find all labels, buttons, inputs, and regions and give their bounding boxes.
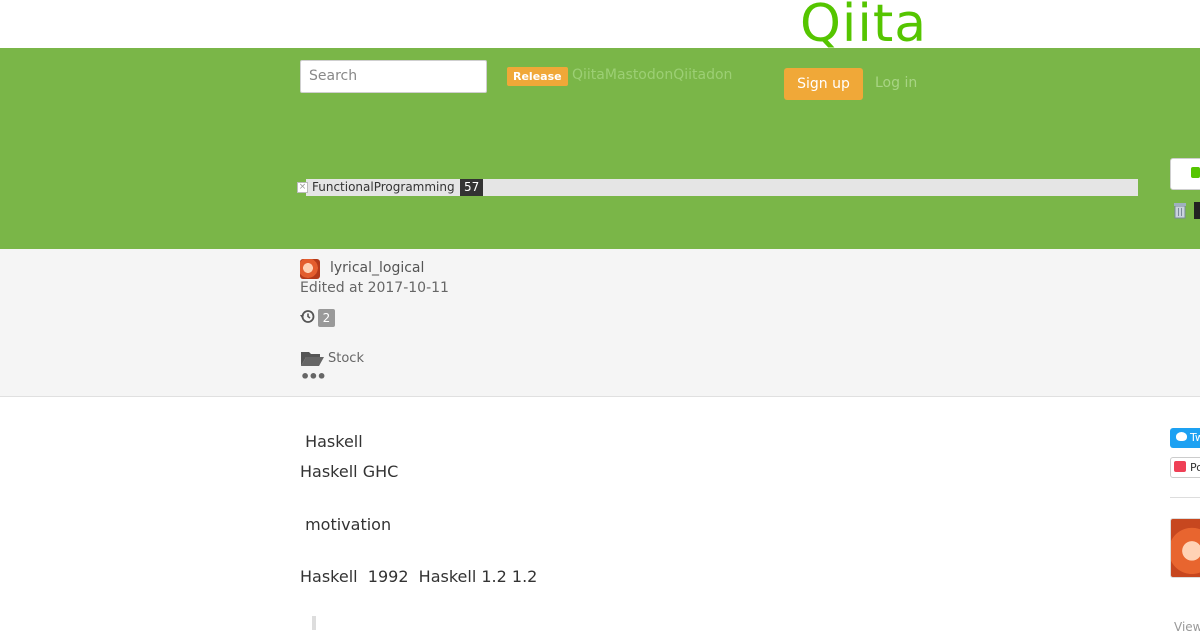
twitter-icon	[1176, 432, 1187, 441]
article-meta	[0, 249, 1200, 397]
tag-name[interactable]: FunctionalProgramming	[312, 179, 455, 196]
sidebar-author-avatar[interactable]	[1170, 518, 1200, 578]
article-paragraph-2: Haskell 1992 Haskell 1.2 1.2	[300, 567, 538, 586]
tag-count: 57	[460, 179, 484, 196]
qiita-logo[interactable]: Qiita	[800, 0, 927, 54]
blockquote-bar	[312, 616, 316, 630]
release-link[interactable]: QiitaMastodonQiitadon	[572, 66, 732, 84]
tag-icon: ×	[297, 182, 308, 193]
author-name[interactable]: lyrical_logical	[330, 259, 424, 277]
article-heading-2: motivation	[300, 515, 392, 534]
x-icon[interactable]	[1194, 202, 1200, 219]
stock-label[interactable]: Stock	[328, 350, 364, 367]
release-badge: Release	[507, 67, 568, 86]
trash-icon[interactable]	[1173, 202, 1187, 219]
search-input[interactable]: Search	[300, 60, 487, 93]
history-count[interactable]: 2	[318, 309, 335, 327]
edited-date: Edited at 2017-10-11	[300, 280, 449, 296]
article-paragraph-1: Haskell GHC	[300, 462, 399, 481]
top-bar: Qiita	[0, 0, 1200, 54]
history-icon[interactable]	[300, 309, 315, 324]
signup-button[interactable]: Sign up	[784, 68, 863, 100]
login-link[interactable]: Log in	[875, 74, 917, 92]
article-heading-1: Haskell	[300, 432, 363, 451]
pocket-icon	[1174, 461, 1186, 472]
sidebar-view-link[interactable]: View	[1174, 620, 1200, 634]
author-avatar[interactable]	[300, 259, 320, 279]
more-icon[interactable]: •••	[300, 369, 327, 385]
thumbs-up-icon	[1191, 167, 1200, 178]
folder-icon[interactable]	[300, 349, 325, 367]
sidebar-divider	[1170, 497, 1200, 498]
